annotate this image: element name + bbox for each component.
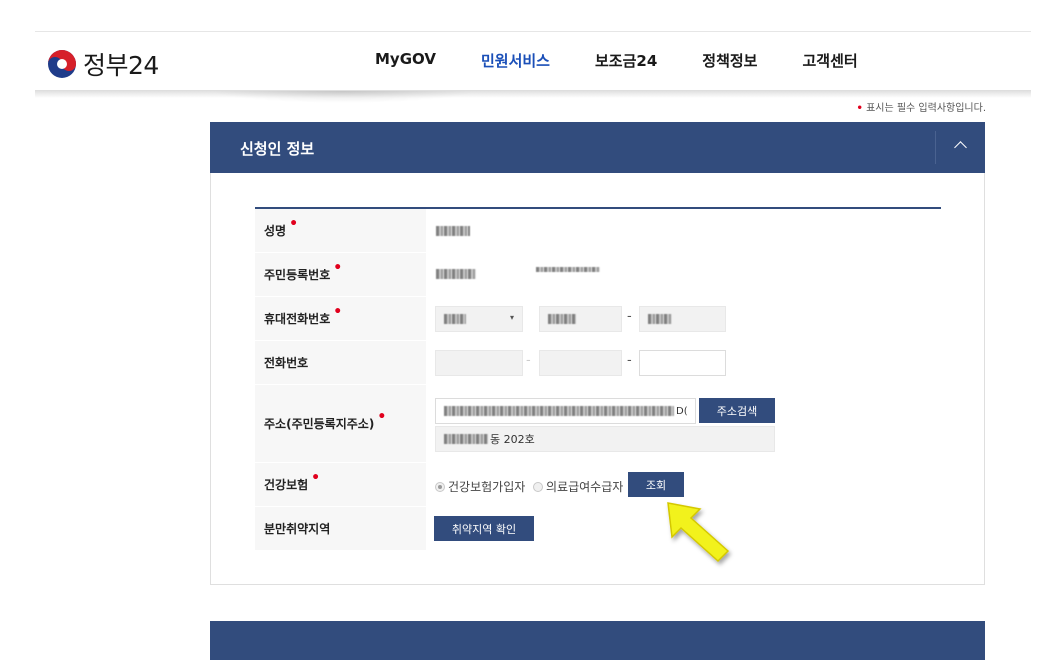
panel-title: 신청인 정보 (240, 140, 315, 158)
government-emblem-icon (48, 50, 76, 78)
row-health-insurance: 건강보험 • 건강보험가입자 의료급여수급자 조회 (255, 463, 941, 507)
nav-subsidy24[interactable]: 보조금24 (595, 50, 657, 71)
phone-label-text: 전화번호 (264, 356, 309, 370)
health-option-medicaid-label: 의료급여수급자 (546, 480, 624, 494)
required-note-text: 표시는 필수 입력사항입니다. (866, 103, 986, 114)
rrn-label: 주민등록번호 • (255, 253, 426, 296)
mobile-last-redacted (648, 314, 672, 324)
address-line1-input[interactable]: D( (435, 398, 696, 424)
required-note: • 표시는 필수 입력사항입니다. (856, 99, 986, 114)
phone-prefix-select[interactable] (435, 350, 523, 376)
mobile-prefix-select[interactable]: ▾ (435, 306, 523, 332)
required-marker: • (289, 215, 299, 232)
row-mobile: 휴대전화번호 • ▾ - (255, 297, 941, 341)
mobile-dash: - (627, 309, 632, 324)
applicant-panel-header: 신청인 정보 (210, 122, 985, 173)
name-label: 성명 • (255, 209, 426, 252)
region-label-text: 분만취약지역 (264, 522, 331, 536)
health-option-medicaid[interactable]: 의료급여수급자 (533, 478, 623, 495)
phone-dash-2: - (627, 353, 632, 368)
nav-policy-info[interactable]: 정책정보 (702, 50, 757, 71)
name-label-text: 성명 (264, 224, 287, 238)
mobile-prefix-redacted (444, 314, 466, 324)
row-address: 주소(주민등록지주소) • D( 주소검색 동 202호 (255, 385, 941, 463)
site-logo[interactable]: 정부24 (47, 46, 159, 82)
row-rrn: 주민등록번호 • (255, 253, 941, 297)
header-shadow (35, 90, 1031, 98)
phone-middle-input[interactable] (539, 350, 622, 376)
mobile-last-input[interactable] (639, 306, 726, 332)
phone-label: 전화번호 (255, 341, 426, 384)
select-caret-icon: ▾ (509, 313, 514, 322)
row-delivery-vulnerable-region: 분만취약지역 취약지역 확인 (255, 507, 941, 551)
global-nav: MyGOV 민원서비스 보조금24 정책정보 고객센터 (375, 50, 903, 71)
health-label: 건강보험 • (255, 463, 426, 506)
applicant-form: 성명 • 주민등록번호 • 휴대전화번호 • ▾ - 전화번호 - - 주소(주… (255, 207, 941, 551)
rrn-front-redacted (436, 269, 476, 279)
address-line1-tail: D( (676, 405, 688, 417)
nav-civil-service[interactable]: 민원서비스 (481, 50, 550, 71)
mobile-value: ▾ - (426, 297, 941, 340)
radio-icon (435, 481, 445, 492)
chevron-up-icon (954, 141, 967, 154)
required-marker: • (333, 259, 343, 276)
rrn-back-redacted (536, 267, 600, 272)
panel-collapse-button[interactable] (935, 131, 985, 164)
site-header: 정부24 MyGOV 민원서비스 보조금24 정책정보 고객센터 (35, 32, 1031, 90)
required-marker: • (377, 408, 387, 425)
required-marker: • (311, 469, 321, 486)
mobile-middle-redacted (548, 314, 576, 324)
nav-customer-center[interactable]: 고객센터 (802, 50, 857, 71)
address-value: D( 주소검색 동 202호 (426, 385, 941, 462)
region-check-button[interactable]: 취약지역 확인 (434, 516, 534, 541)
row-phone: 전화번호 - - (255, 341, 941, 385)
phone-value: - - (426, 341, 941, 384)
tab-shadow (212, 91, 474, 103)
rrn-value (426, 253, 941, 296)
health-label-text: 건강보험 (264, 478, 309, 492)
required-marker: • (856, 103, 863, 114)
mobile-label: 휴대전화번호 • (255, 297, 426, 340)
name-value (426, 209, 941, 252)
health-option-insured[interactable]: 건강보험가입자 (435, 478, 525, 495)
address-line2-input[interactable]: 동 202호 (435, 426, 775, 452)
phone-dash-1: - (526, 353, 531, 368)
mobile-middle-input[interactable] (539, 306, 622, 332)
region-label: 분만취약지역 (255, 507, 426, 550)
address-label-text: 주소(주민등록지주소) (264, 417, 375, 431)
next-section-header (210, 621, 985, 660)
phone-last-input[interactable] (639, 350, 726, 376)
address-line2-suffix: 동 202호 (490, 433, 535, 446)
row-name: 성명 • (255, 209, 941, 253)
address-line1-redacted (444, 406, 674, 416)
rrn-label-text: 주민등록번호 (264, 268, 331, 282)
logo-text: 정부24 (83, 51, 159, 80)
address-search-button[interactable]: 주소검색 (699, 398, 775, 423)
name-value-redacted (436, 226, 470, 236)
required-marker: • (333, 303, 343, 320)
radio-icon (533, 481, 543, 492)
nav-mygov[interactable]: MyGOV (375, 50, 436, 71)
address-label: 주소(주민등록지주소) • (255, 385, 426, 462)
address-line2-redacted (444, 434, 488, 444)
health-option-insured-label: 건강보험가입자 (448, 480, 526, 494)
health-lookup-button[interactable]: 조회 (628, 472, 684, 497)
pointer-arrow-icon (667, 502, 730, 563)
mobile-label-text: 휴대전화번호 (264, 312, 331, 326)
